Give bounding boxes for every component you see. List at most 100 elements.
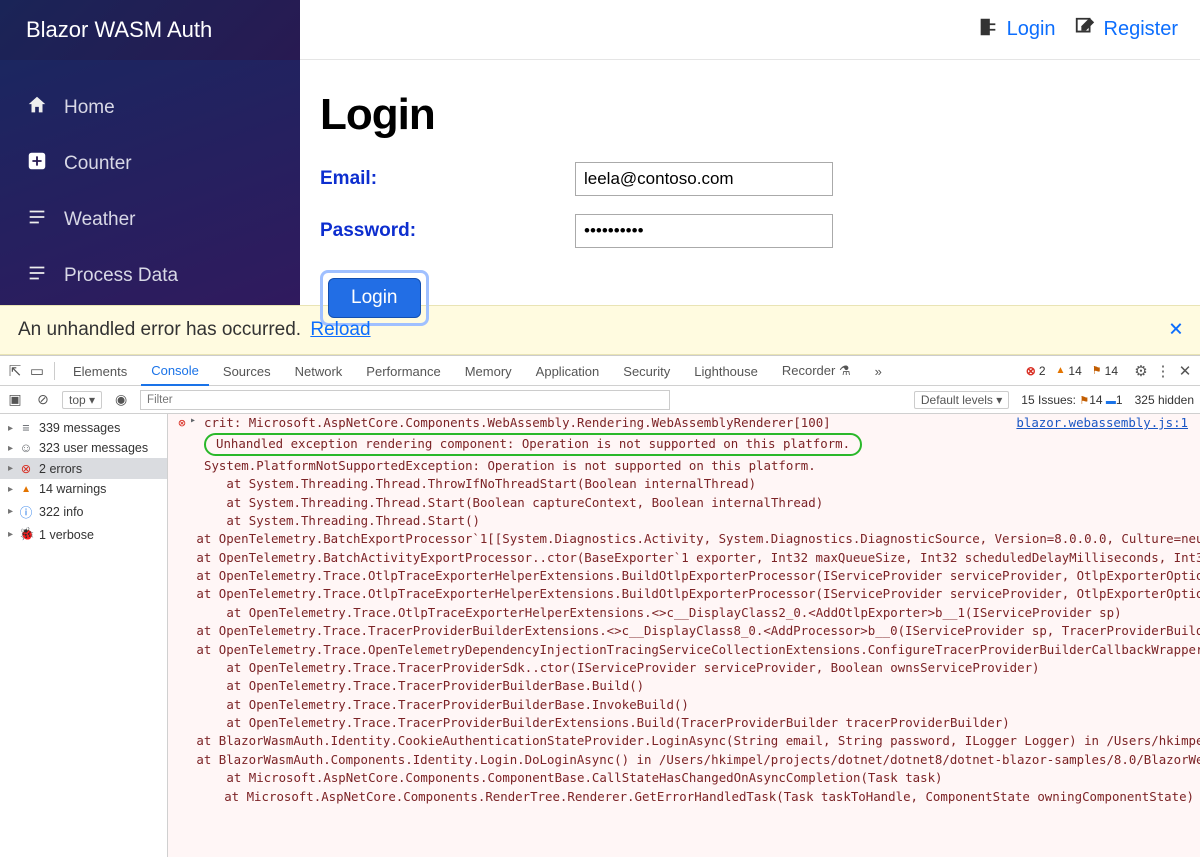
console-line: at BlazorWasmAuth.Components.Identity.Lo… xyxy=(174,752,1200,768)
tab-sources[interactable]: Sources xyxy=(213,357,281,385)
error-icon xyxy=(1026,364,1036,378)
password-field[interactable] xyxy=(575,214,833,248)
email-label: Email: xyxy=(320,168,575,190)
status-warnings[interactable]: 14 xyxy=(1056,364,1082,378)
sidebar-user-messages[interactable]: ☺323 user messages xyxy=(0,438,167,458)
user-icon: ☺ xyxy=(19,441,33,455)
sidebar-messages[interactable]: ≡339 messages xyxy=(0,418,167,438)
messages-icon: ≡ xyxy=(19,421,33,435)
console-filter-input[interactable] xyxy=(140,390,670,410)
settings-icon[interactable]: ⚙ xyxy=(1132,362,1150,380)
warn-icon xyxy=(1056,365,1066,376)
login-link[interactable]: Login xyxy=(977,16,1056,44)
clear-console-icon[interactable]: ⊘ xyxy=(34,391,52,408)
console-line: at OpenTelemetry.Trace.TracerProviderSdk… xyxy=(204,660,1194,676)
list-icon xyxy=(26,206,48,234)
console-line: at OpenTelemetry.Trace.TracerProviderBui… xyxy=(204,678,1194,694)
app-body: Home Counter Weather Process Data Login … xyxy=(0,60,1200,305)
sidebar-item-counter[interactable]: Counter xyxy=(0,136,300,192)
login-form: Email: Password: Login xyxy=(320,162,1180,326)
console-line: at OpenTelemetry.Trace.TracerProviderBui… xyxy=(204,697,1194,713)
device-toggle-icon[interactable]: ▭ xyxy=(28,362,46,380)
console-line: System.PlatformNotSupportedException: Op… xyxy=(204,458,1194,474)
top-links: Login Register xyxy=(977,16,1200,44)
issues-summary[interactable]: 15 Issues: 14 1 xyxy=(1021,393,1122,407)
sidebar-item-label: Counter xyxy=(64,153,132,175)
list-icon xyxy=(26,262,48,290)
source-link[interactable]: blazor.webassembly.js:1 xyxy=(1016,415,1188,430)
sidebar-item-home[interactable]: Home xyxy=(0,80,300,136)
tab-performance[interactable]: Performance xyxy=(356,357,450,385)
main: Login Email: Password: Login xyxy=(300,60,1200,305)
console-line: at System.Threading.Thread.ThrowIfNoThre… xyxy=(204,476,1194,492)
expand-icon[interactable]: ▸ xyxy=(190,415,204,431)
msg-icon xyxy=(1106,393,1116,407)
console-output[interactable]: ⊗ ▸ crit: Microsoft.AspNetCore.Component… xyxy=(168,414,1200,857)
register-link[interactable]: Register xyxy=(1074,16,1178,44)
door-icon xyxy=(977,16,999,44)
login-button[interactable]: Login xyxy=(328,278,421,318)
sidebar-errors[interactable]: ⊗2 errors xyxy=(0,458,167,479)
close-devtools-icon[interactable]: ✕ xyxy=(1176,362,1194,380)
sidebar-info[interactable]: 322 info xyxy=(0,499,167,524)
console-line: at Microsoft.AspNetCore.Components.Compo… xyxy=(204,770,1194,786)
console-line: crit: Microsoft.AspNetCore.Components.We… xyxy=(204,415,1016,431)
context-selector[interactable]: top ▾ xyxy=(62,391,102,409)
hidden-count[interactable]: 325 hidden xyxy=(1135,393,1194,407)
error-text: An unhandled error has occurred. xyxy=(18,319,301,341)
error-icon: ⊗ xyxy=(19,461,33,476)
flag-icon xyxy=(1079,393,1089,407)
console-line: at OpenTelemetry.BatchExportProcessor`1[… xyxy=(174,531,1200,547)
console-line: at BlazorWasmAuth.Identity.CookieAuthent… xyxy=(174,733,1200,749)
console-line: at OpenTelemetry.Trace.OtlpTraceExporter… xyxy=(174,586,1200,602)
tab-elements[interactable]: Elements xyxy=(63,357,137,385)
console-line: at System.Threading.Thread.Start() xyxy=(204,513,1194,529)
devtools-tabs: ⇱ ▭ Elements Console Sources Network Per… xyxy=(0,356,1200,386)
console-line: at OpenTelemetry.BatchActivityExportProc… xyxy=(174,550,1200,566)
status-errors[interactable]: 2 xyxy=(1026,364,1046,378)
reload-link[interactable]: Reload xyxy=(310,319,370,341)
sidebar-item-weather[interactable]: Weather xyxy=(0,192,300,248)
bug-icon: 🐞 xyxy=(19,527,33,542)
sidebar-toggle-icon[interactable]: ▣ xyxy=(6,391,24,408)
sidebar-item-label: Process Data xyxy=(64,265,178,287)
devtools-status: 2 14 14 xyxy=(1026,364,1118,378)
sidebar-verbose[interactable]: 🐞1 verbose xyxy=(0,524,167,545)
highlighted-error: Unhandled exception rendering component:… xyxy=(204,433,862,455)
sidebar-item-label: Home xyxy=(64,97,115,119)
tab-security[interactable]: Security xyxy=(613,357,680,385)
console-sidebar: ≡339 messages ☺323 user messages ⊗2 erro… xyxy=(0,414,168,857)
console-line: at System.Threading.Thread.Start(Boolean… xyxy=(204,495,1194,511)
console-line: at OpenTelemetry.Trace.TracerProviderBui… xyxy=(204,715,1194,731)
console-filter-bar: ▣ ⊘ top ▾ ◉ Default levels ▾ 15 Issues: … xyxy=(0,386,1200,414)
live-expr-icon[interactable]: ◉ xyxy=(112,391,130,408)
console-line: at OpenTelemetry.Trace.OtlpTraceExporter… xyxy=(174,568,1200,584)
tab-application[interactable]: Application xyxy=(526,357,610,385)
topbar: Blazor WASM Auth Login Register xyxy=(0,0,1200,60)
page-title: Login xyxy=(320,90,1180,140)
tab-memory[interactable]: Memory xyxy=(455,357,522,385)
dismiss-error-icon[interactable]: 🗙 xyxy=(1170,317,1182,344)
tab-network[interactable]: Network xyxy=(285,357,353,385)
status-flags[interactable]: 14 xyxy=(1092,364,1118,378)
tab-recorder[interactable]: Recorder ⚗ xyxy=(772,356,861,385)
home-icon xyxy=(26,94,48,122)
sidebar-item-label: Weather xyxy=(64,209,135,231)
tab-lighthouse[interactable]: Lighthouse xyxy=(684,357,768,385)
tab-console[interactable]: Console xyxy=(141,356,209,386)
kebab-icon[interactable]: ⋮ xyxy=(1154,362,1172,380)
tabs-overflow[interactable]: » xyxy=(865,357,892,385)
log-levels[interactable]: Default levels ▾ xyxy=(914,391,1009,409)
inspect-icon[interactable]: ⇱ xyxy=(6,362,24,380)
brand[interactable]: Blazor WASM Auth xyxy=(0,0,300,60)
divider xyxy=(54,362,55,380)
console-line: at Microsoft.AspNetCore.Components.Rende… xyxy=(202,789,1194,805)
sidebar-item-process-data[interactable]: Process Data xyxy=(0,248,300,304)
error-icon: ⊗ xyxy=(174,415,190,431)
sidebar: Home Counter Weather Process Data xyxy=(0,60,300,305)
sidebar-warnings[interactable]: ▲14 warnings xyxy=(0,479,167,499)
console-line: at OpenTelemetry.Trace.OpenTelemetryDepe… xyxy=(174,642,1200,658)
email-field[interactable] xyxy=(575,162,833,196)
app-shell: Blazor WASM Auth Login Register Home xyxy=(0,0,1200,305)
console-line: at OpenTelemetry.Trace.TracerProviderBui… xyxy=(174,623,1200,639)
